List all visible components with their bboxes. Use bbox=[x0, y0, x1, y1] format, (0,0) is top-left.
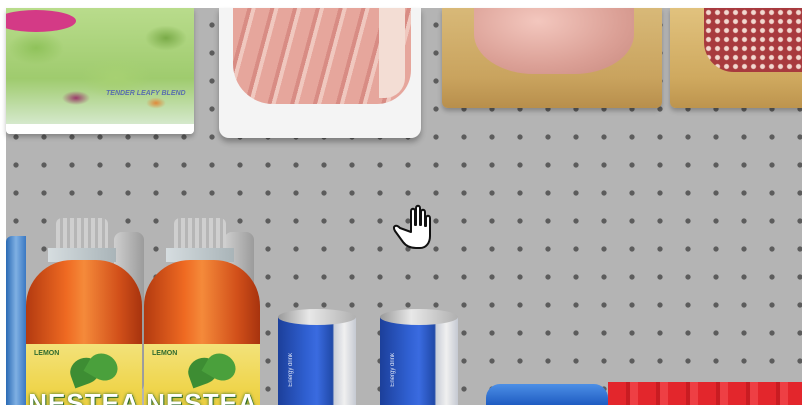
bottle-flavor: LEMON bbox=[34, 350, 60, 357]
salami-slices bbox=[704, 8, 802, 72]
can-rim bbox=[278, 309, 356, 325]
bottle-cap bbox=[56, 218, 108, 250]
can-text: Energy drink bbox=[288, 353, 294, 387]
red-product-strip[interactable] bbox=[608, 382, 802, 405]
can-rim bbox=[380, 309, 458, 325]
can-text: Energy drink bbox=[390, 353, 396, 387]
open-hand-icon bbox=[386, 198, 438, 250]
bottle-brand: NESTEA bbox=[28, 388, 140, 405]
bottle-brand: NESTEA bbox=[146, 388, 258, 405]
salami-tray[interactable] bbox=[670, 8, 802, 108]
bottle-cap bbox=[174, 218, 226, 250]
ham-slices bbox=[233, 8, 411, 104]
tea-bottle-2[interactable]: LEMON NESTEA bbox=[140, 218, 264, 405]
bottle-label: LEMON NESTEA bbox=[144, 344, 260, 405]
energy-can-1[interactable]: Energy drink bbox=[278, 309, 356, 405]
can-body: Energy drink bbox=[380, 317, 458, 405]
sliced-meat bbox=[474, 8, 634, 74]
salad-brand-text: TENDER LEAFY BLEND bbox=[106, 90, 186, 97]
bottle-label: LEMON NESTEA bbox=[26, 344, 142, 405]
ham-tray[interactable] bbox=[219, 8, 421, 138]
sliced-meat-tray[interactable] bbox=[442, 8, 662, 108]
energy-can-2[interactable]: Energy drink bbox=[380, 309, 458, 405]
bottle-flavor: LEMON bbox=[152, 350, 178, 357]
tea-bottle-1[interactable]: LEMON NESTEA bbox=[22, 218, 146, 405]
game-scene: TENDER LEAFY BLEND LEMON NESTEA LEMON NE… bbox=[0, 0, 802, 405]
can-body: Energy drink bbox=[278, 317, 356, 405]
salad-bag[interactable]: TENDER LEAFY BLEND bbox=[6, 8, 194, 134]
blue-product-strip[interactable] bbox=[486, 384, 608, 405]
salad-tray bbox=[6, 124, 194, 134]
